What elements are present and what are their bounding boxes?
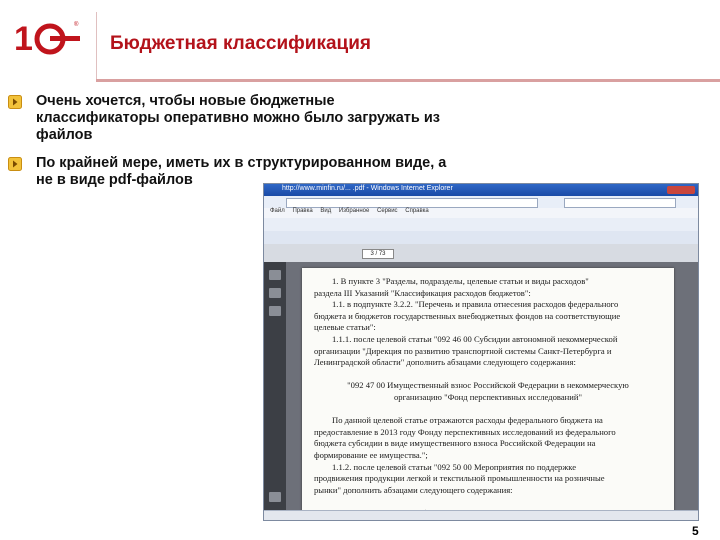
pdf-text-line: 1.1.1. после целевой статьи "092 46 00 С…: [332, 333, 618, 344]
pdf-text-line: организацию "Фонд перспективных исследов…: [393, 391, 582, 402]
pdf-text-line: продвижения продукции легкой и текстильн…: [314, 473, 605, 484]
pdf-text-line: рынки" дополнить абзацами следующего сод…: [314, 484, 513, 495]
pdf-text-line: организации "Дирекция по развитию трансп…: [314, 345, 612, 356]
browser-tab[interactable]: [264, 231, 698, 245]
pdf-text-line: [314, 369, 662, 381]
pdf-text-line: Ленинградской области" дополнить абзацам…: [314, 357, 576, 368]
pdf-text-line: предоставление в 2013 году Фонду перспек…: [314, 426, 616, 437]
menu-view[interactable]: Вид: [320, 208, 331, 214]
bullet-text-1: Очень хочется, чтобы новые бюджетные кла…: [36, 93, 440, 144]
pdf-text-line: По данной целевой статье отражаются расх…: [332, 415, 603, 426]
menu-favorites[interactable]: Избранное: [339, 208, 369, 214]
embedded-browser-screenshot: http://www.minfin.ru/... .pdf - Windows …: [263, 183, 699, 521]
page-number: 5: [692, 524, 699, 538]
favorites-bar: [264, 218, 698, 232]
pdf-text-line: 1.1. в подпункте 3.2.2. "Перечень и прав…: [332, 299, 619, 310]
pdf-text: 1. В пункте 3 "Разделы, подразделы, целе…: [314, 276, 662, 519]
pdf-text-line: раздела III Указаний "Классификация расх…: [314, 287, 531, 298]
attachments-icon[interactable]: [269, 306, 281, 316]
menu-edit[interactable]: Правка: [292, 208, 312, 214]
bullet-line: классификаторы оперативно можно было заг…: [36, 110, 440, 126]
pdf-sidebar: [264, 262, 286, 520]
window-title: http://www.minfin.ru/... .pdf - Windows …: [282, 185, 453, 192]
bullet-arrow-icon: [8, 95, 22, 109]
status-bar: [264, 510, 698, 520]
bullet-arrow-icon: [8, 157, 22, 171]
address-input[interactable]: [286, 198, 538, 208]
svg-text:1: 1: [14, 20, 33, 58]
pdf-text-line: целевые статьи":: [314, 322, 376, 333]
pdf-text-line: [314, 496, 662, 508]
bullet-line: Очень хочется, чтобы новые бюджетные: [36, 93, 335, 109]
window-controls[interactable]: [667, 186, 695, 194]
pdf-text-line: "092 47 00 Имущественный взнос Российско…: [347, 380, 629, 391]
pdf-page-indicator[interactable]: 3 / 73: [362, 249, 394, 259]
pdf-text-line: 1.1.2. после целевой статьи "092 50 00 М…: [332, 461, 577, 472]
browser-menu: Файл Правка Вид Избранное Сервис Справка: [264, 208, 698, 218]
link-icon[interactable]: [269, 492, 281, 502]
browser-title-bar: http://www.minfin.ru/... .pdf - Windows …: [264, 184, 698, 196]
pdf-text-line: 1. В пункте 3 "Разделы, подразделы, целе…: [332, 276, 589, 286]
pdf-text-line: формирование ее имущества.";: [314, 449, 428, 460]
menu-help[interactable]: Справка: [405, 208, 429, 214]
title-underline: [96, 79, 720, 82]
pages-icon[interactable]: [269, 270, 281, 280]
pdf-toolbar: 3 / 73: [264, 244, 698, 263]
1c-logo: 1 ®: [14, 20, 80, 58]
bullet-line: файлов: [36, 127, 93, 143]
pdf-text-line: бюджета субсидии в виде имущественного в…: [314, 438, 596, 449]
pdf-page: 1. В пункте 3 "Разделы, подразделы, целе…: [302, 268, 674, 520]
svg-text:®: ®: [74, 21, 79, 28]
pdf-text-line: бюджета и бюджетов государственных внебю…: [314, 310, 621, 321]
bookmarks-icon[interactable]: [269, 288, 281, 298]
slide-title: Бюджетная классификация: [110, 33, 371, 54]
menu-tools[interactable]: Сервис: [377, 208, 398, 214]
pdf-text-line: [314, 404, 662, 416]
menu-file[interactable]: Файл: [270, 208, 285, 214]
search-input[interactable]: [564, 198, 676, 208]
bullet-line: По крайней мере, иметь их в структуриров…: [36, 155, 447, 171]
